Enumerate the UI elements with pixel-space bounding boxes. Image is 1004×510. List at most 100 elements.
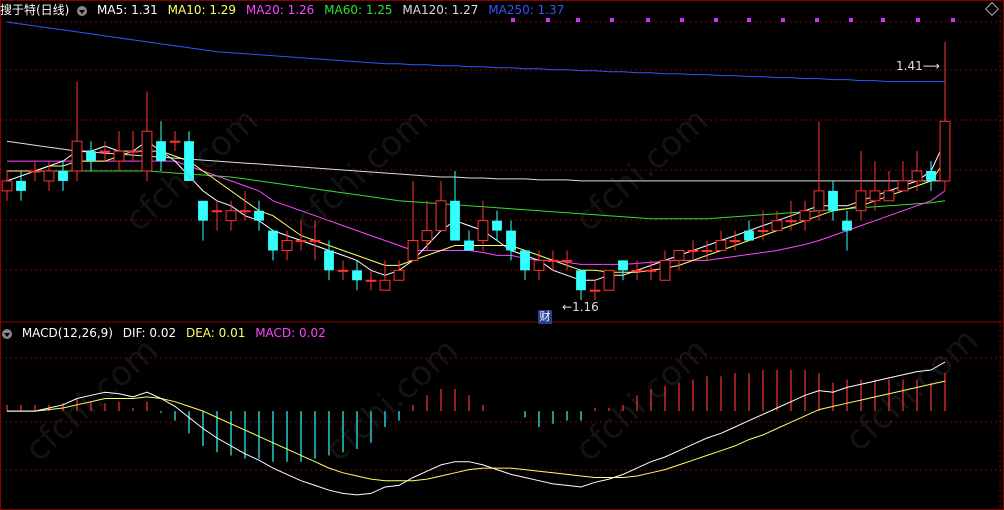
arrow-right-icon: ⟶ <box>922 59 940 73</box>
candle-body-up <box>603 269 615 291</box>
dif-line <box>7 361 946 496</box>
candle-body-down <box>352 270 362 281</box>
candle-body-up <box>393 269 405 281</box>
candle-body-down <box>926 171 936 181</box>
candle-body-up <box>113 150 125 162</box>
candle-body-up <box>799 210 811 222</box>
candlesticks <box>1 41 951 301</box>
top-markers <box>511 18 955 22</box>
signal-marker <box>610 18 614 22</box>
candle-body-up <box>659 259 671 281</box>
candle-body-up <box>645 269 657 272</box>
signal-marker <box>747 18 751 22</box>
candle-body-up <box>701 249 713 252</box>
candle-body-down <box>744 230 754 241</box>
candle-body-down <box>184 141 194 181</box>
stock-chart[interactable] <box>0 0 1004 510</box>
macd-name: MACD(12,26,9) <box>21 326 113 340</box>
candle-body-up <box>337 269 349 272</box>
low-price-label: ←1.16 <box>562 300 599 314</box>
ma250-label: MA250: 1.37 <box>488 3 565 17</box>
candle-body-up <box>239 210 251 213</box>
candle-body-down <box>828 190 838 211</box>
candle-body-up <box>435 200 447 232</box>
high-price-value: 1.41 <box>896 59 923 73</box>
signal-marker <box>714 18 718 22</box>
finance-badge[interactable]: 财 <box>538 310 552 324</box>
candle-body-down <box>86 151 96 162</box>
candle-body-up <box>29 170 41 173</box>
candle-body-up <box>631 269 643 272</box>
candle-body-down <box>520 250 530 271</box>
candle-body-up <box>757 230 769 233</box>
candle-body-down <box>618 260 628 271</box>
candle-body-down <box>58 171 68 181</box>
candle-body-up <box>99 150 111 153</box>
arrow-left-icon: ← <box>562 300 573 314</box>
candle-body-down <box>842 220 852 231</box>
macd-header: MACD(12,26,9) DIF: 0.02 DEA: 0.01 MACD: … <box>0 323 332 343</box>
signal-marker <box>849 18 853 22</box>
low-price-value: 1.16 <box>572 300 599 314</box>
candle-body-down <box>506 230 516 251</box>
candle-body-down <box>156 141 166 162</box>
candle-body-up <box>883 190 895 202</box>
candle-body-up <box>785 220 797 223</box>
candle-body-up <box>407 240 419 261</box>
candle-body-down <box>324 250 334 271</box>
signal-marker <box>576 18 580 22</box>
candle-body-down <box>576 270 586 291</box>
ma60-label: MA60: 1.25 <box>324 3 393 17</box>
candle-body-up <box>771 220 783 232</box>
signal-marker <box>680 18 684 22</box>
candle-body-up <box>939 120 951 182</box>
candle-body-up <box>855 190 867 212</box>
chevron-down-icon[interactable] <box>77 5 88 16</box>
candle-body-up <box>1 180 13 192</box>
candle-body-down <box>492 220 502 231</box>
candle-body-up <box>729 240 741 243</box>
candle-body-up <box>127 150 139 153</box>
candle-body-down <box>450 200 460 241</box>
ma20-label: MA20: 1.26 <box>245 3 315 17</box>
candle-body-down <box>254 210 264 221</box>
candle-body-down <box>268 230 278 251</box>
signal-marker <box>951 18 955 22</box>
dea-label: DEA: 0.01 <box>185 326 246 340</box>
candle-body-up <box>715 240 727 251</box>
candle-body-up <box>813 190 825 212</box>
candle-body-down <box>16 180 26 191</box>
candle-body-up <box>547 259 559 262</box>
candle-body-up <box>225 210 237 222</box>
candle-body-up <box>911 170 923 182</box>
ma-header: 搜于特(日线) MA5: 1.31 MA10: 1.29 MA20: 1.26 … <box>0 0 570 20</box>
candle-body-up <box>673 249 685 261</box>
signal-marker <box>916 18 920 22</box>
signal-marker <box>646 18 650 22</box>
macd-lines <box>7 361 946 496</box>
candle-body-up <box>897 180 909 192</box>
ma5-label: MA5: 1.31 <box>97 3 158 17</box>
candle-body-up <box>309 240 321 243</box>
ma120-label: MA120: 1.27 <box>402 3 479 17</box>
candle-body-up <box>379 279 391 291</box>
dif-label: DIF: 0.02 <box>122 326 177 340</box>
chevron-down-icon[interactable] <box>2 328 12 339</box>
candle-body-up <box>295 240 307 243</box>
candle-body-down <box>464 240 474 251</box>
candle-body-up <box>687 249 699 252</box>
candle-body-up <box>71 140 83 172</box>
candle-body-up <box>211 210 223 213</box>
candle-body-up <box>589 289 601 292</box>
stock-name: 搜于特(日线) <box>0 3 70 17</box>
candle-body-up <box>141 130 153 172</box>
candle-body-up <box>281 240 293 251</box>
candle-body-up <box>365 279 377 282</box>
candle-body-up <box>169 140 181 143</box>
candle-body-up <box>561 259 573 262</box>
candle-body-up <box>869 190 881 202</box>
signal-marker <box>881 18 885 22</box>
candle-body-up <box>477 220 489 242</box>
high-price-label: 1.41⟶ <box>896 59 940 73</box>
macd-label: MACD: 0.02 <box>255 326 326 340</box>
